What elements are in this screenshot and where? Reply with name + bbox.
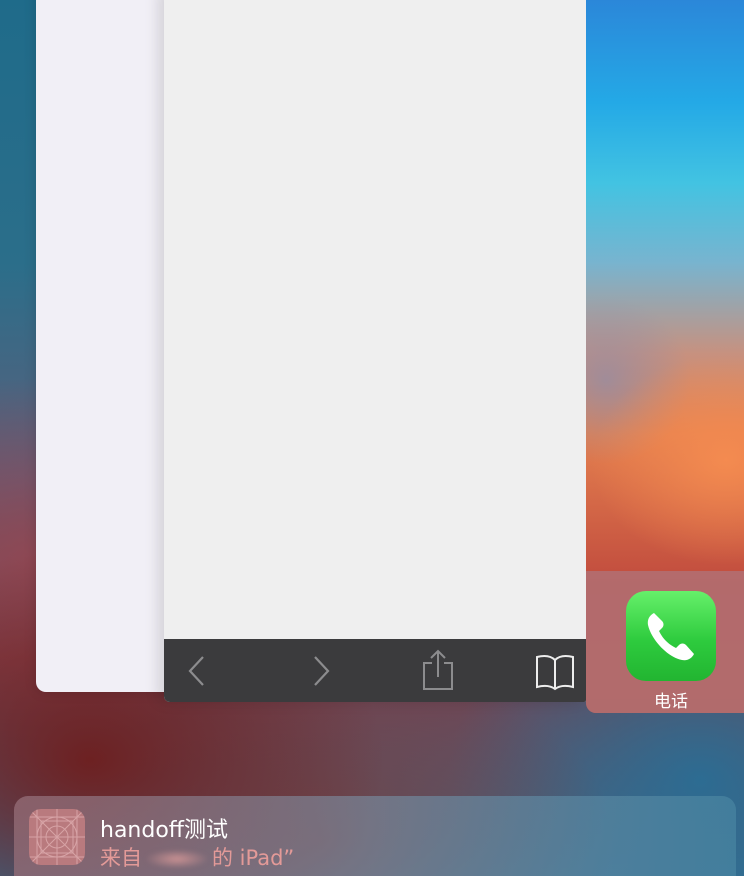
share-icon[interactable] — [414, 647, 462, 695]
handoff-subtitle-suffix: 的 iPad” — [212, 846, 295, 870]
safari-toolbar — [164, 639, 586, 702]
safari-app-card[interactable] — [164, 0, 586, 702]
home-screen-card[interactable]: 电话 — [586, 0, 744, 713]
handoff-subtitle: 来自 的 iPad” — [100, 842, 294, 872]
app-placeholder-icon — [29, 809, 85, 865]
phone-icon[interactable] — [626, 591, 716, 681]
handoff-subtitle-prefix: 来自 — [100, 846, 142, 870]
handoff-title: handoff测试 — [100, 818, 228, 843]
phone-app-label: 电话 — [654, 692, 688, 712]
dock: 电话 — [586, 571, 744, 713]
chevron-left-icon[interactable] — [174, 647, 222, 695]
app-switcher-screen: 电话 handoff测试 来自 的 iPad” — [0, 0, 744, 876]
handoff-banner[interactable]: handoff测试 来自 的 iPad” — [14, 796, 736, 876]
wallpaper — [586, 0, 744, 571]
redacted-device-owner — [142, 848, 212, 870]
book-icon[interactable] — [531, 647, 579, 695]
chevron-right-icon[interactable] — [296, 647, 344, 695]
